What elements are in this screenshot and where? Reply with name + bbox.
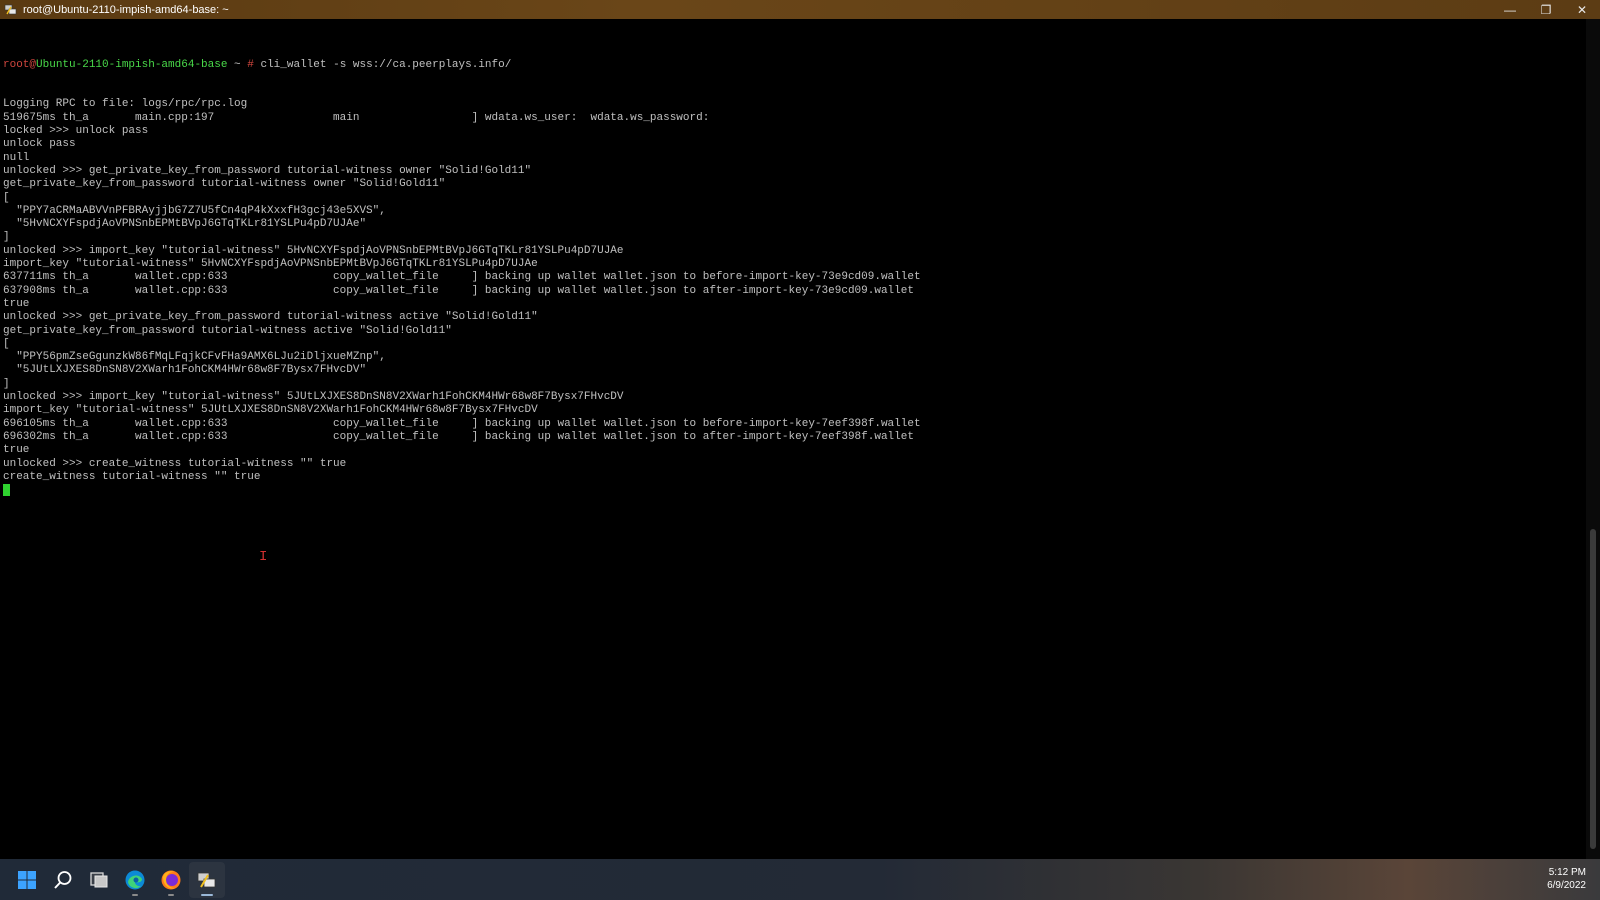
input-line[interactable] — [3, 484, 921, 497]
terminal-line: 696302ms th_a wallet.cpp:633 copy_wallet… — [3, 430, 914, 443]
clock-date: 6/9/2022 — [1547, 880, 1586, 891]
maximize-button[interactable]: ❐ — [1528, 0, 1564, 19]
text-ibeam-cursor-icon: I — [259, 549, 268, 565]
terminal-line: [ — [3, 191, 10, 204]
terminal-line: unlocked >>> get_private_key_from_passwo… — [3, 164, 532, 177]
system-clock[interactable]: 5:12 PM 6/9/2022 — [1547, 866, 1586, 892]
window-titlebar[interactable]: root@Ubuntu-2110-impish-amd64-base: ~ — … — [0, 0, 1600, 19]
terminal-line: create_witness tutorial-witness "" true — [3, 470, 261, 483]
terminal-line: import_key "tutorial-witness" 5JUtLXJXES… — [3, 404, 538, 417]
prompt-line: root@Ubuntu-2110-impish-amd64-base ~ # c… — [3, 59, 921, 72]
terminal-line: get_private_key_from_password tutorial-w… — [3, 178, 446, 191]
terminal-line: "PPY56pmZseGgunzkW86fMqLFqjkCFvFHa9AMX6L… — [3, 351, 386, 364]
terminal-line: import_key "tutorial-witness" 5HvNCXYFsp… — [3, 258, 538, 271]
search-icon[interactable] — [45, 862, 81, 898]
putty-icon — [3, 3, 17, 17]
task-view-icon[interactable] — [81, 862, 117, 898]
prompt-symbol: # — [247, 58, 254, 71]
prompt-user: root — [3, 58, 30, 71]
prompt-host: Ubuntu-2110-impish-amd64-base — [36, 58, 228, 71]
prompt-path: ~ — [227, 58, 248, 71]
terminal-line: null — [3, 151, 30, 164]
clock-time: 5:12 PM — [1548, 867, 1586, 878]
terminal-cursor — [3, 484, 10, 497]
edge-icon[interactable] — [117, 862, 153, 898]
terminal-line: 637711ms th_a wallet.cpp:633 copy_wallet… — [3, 271, 921, 284]
terminal-line: 519675ms th_a main.cpp:197 main ] wdata.… — [3, 111, 710, 124]
terminal-line: 696105ms th_a wallet.cpp:633 copy_wallet… — [3, 417, 921, 430]
terminal-line: "PPY7aCRMaABVVnPFBRAyjjbG7Z7U5fCn4qP4kXx… — [3, 204, 386, 217]
terminal-line: true — [3, 297, 30, 310]
terminal-line: [ — [3, 337, 10, 350]
terminal-line: true — [3, 444, 30, 457]
minimize-button[interactable]: — — [1492, 0, 1528, 19]
terminal-output: root@Ubuntu-2110-impish-amd64-base ~ # c… — [3, 32, 921, 497]
terminal-screen[interactable]: root@Ubuntu-2110-impish-amd64-base ~ # c… — [0, 19, 1586, 859]
terminal-line: "5JUtLXJXES8DnSN8V2XWarh1FohCKM4HWr68w8F… — [3, 364, 367, 377]
close-button[interactable]: ✕ — [1564, 0, 1600, 19]
window-title: root@Ubuntu-2110-impish-amd64-base: ~ — [23, 3, 229, 16]
terminal-line: unlock pass — [3, 138, 76, 151]
prompt-command: cli_wallet -s wss://ca.peerplays.info/ — [253, 58, 512, 71]
taskbar: 5:12 PM 6/9/2022 — [0, 859, 1600, 900]
terminal-line: 637908ms th_a wallet.cpp:633 copy_wallet… — [3, 284, 914, 297]
terminal-line: unlocked >>> import_key "tutorial-witnes… — [3, 391, 624, 404]
firefox-icon[interactable] — [153, 862, 189, 898]
terminal-line: ] — [3, 231, 10, 244]
terminal-line: Logging RPC to file: logs/rpc/rpc.log — [3, 98, 248, 111]
terminal-line: unlocked >>> create_witness tutorial-wit… — [3, 457, 347, 470]
windows-start-icon[interactable] — [9, 862, 45, 898]
terminal-line: unlocked >>> get_private_key_from_passwo… — [3, 311, 538, 324]
terminal-line: get_private_key_from_password tutorial-w… — [3, 324, 452, 337]
scrollbar-thumb[interactable] — [1590, 529, 1596, 849]
terminal-line: unlocked >>> import_key "tutorial-witnes… — [3, 244, 624, 257]
terminal-line: ] — [3, 377, 10, 390]
terminal-line: "5HvNCXYFspdjAoVPNSnbEPMtBVpJ6GTqTKLr81Y… — [3, 218, 367, 231]
terminal-line: locked >>> unlock pass — [3, 125, 149, 138]
terminal-scrollbar[interactable] — [1586, 19, 1600, 859]
putty-taskbar-icon[interactable] — [189, 861, 225, 898]
